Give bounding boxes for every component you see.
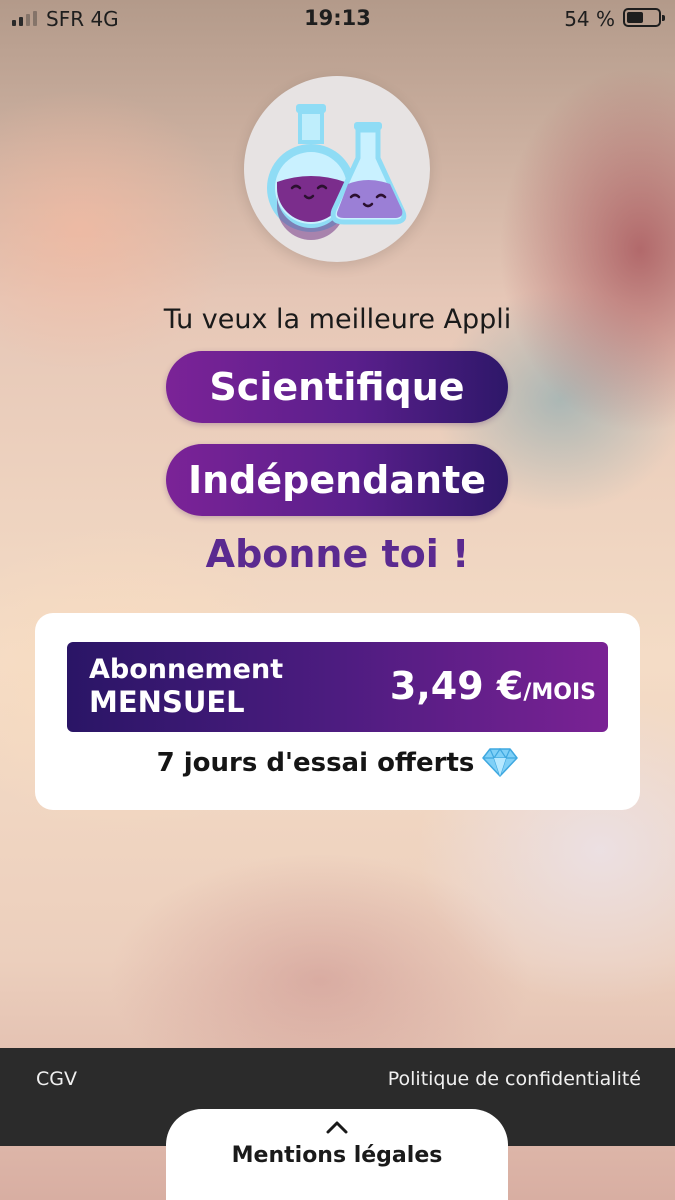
legal-mentions-label: Mentions légales [231,1143,443,1168]
battery-icon [623,8,665,27]
chevron-up-icon [326,1121,348,1134]
headline-intro: Tu veux la meilleure Appli [163,304,512,335]
plan-price: 3,49 €/MOIS [390,664,596,708]
trial-note: 7 jours d'essai offerts [35,747,640,778]
privacy-policy-link[interactable]: Politique de confidentialité [388,1068,641,1090]
legal-mentions-tab[interactable]: Mentions légales [166,1109,508,1200]
plan-name: Abonnement MENSUEL [89,654,283,718]
scientific-pill: Scientifique [166,351,508,423]
plan-name-line1: Abonnement [89,654,284,685]
app-logo [244,76,430,262]
status-bar: SFR 4G 19:13 54 % [0,0,675,40]
trial-text: 7 jours d'essai offerts [156,748,475,778]
subscribe-cta: Abonne toi ! [205,532,470,576]
battery-percent: 54 % [564,7,615,31]
plan-name-line2: MENSUEL [89,685,245,719]
potion-flasks-icon [267,104,407,240]
monthly-plan-button[interactable]: Abonnement MENSUEL 3,49 €/MOIS [67,642,608,732]
cgv-link[interactable]: CGV [36,1068,77,1090]
price-period: /MOIS [523,680,596,705]
offer-card: Abonnement MENSUEL 3,49 €/MOIS 7 jours d… [35,613,640,810]
independent-pill: Indépendante [166,444,508,516]
price-amount: 3,49 € [389,664,524,708]
diamond-icon [482,747,519,777]
